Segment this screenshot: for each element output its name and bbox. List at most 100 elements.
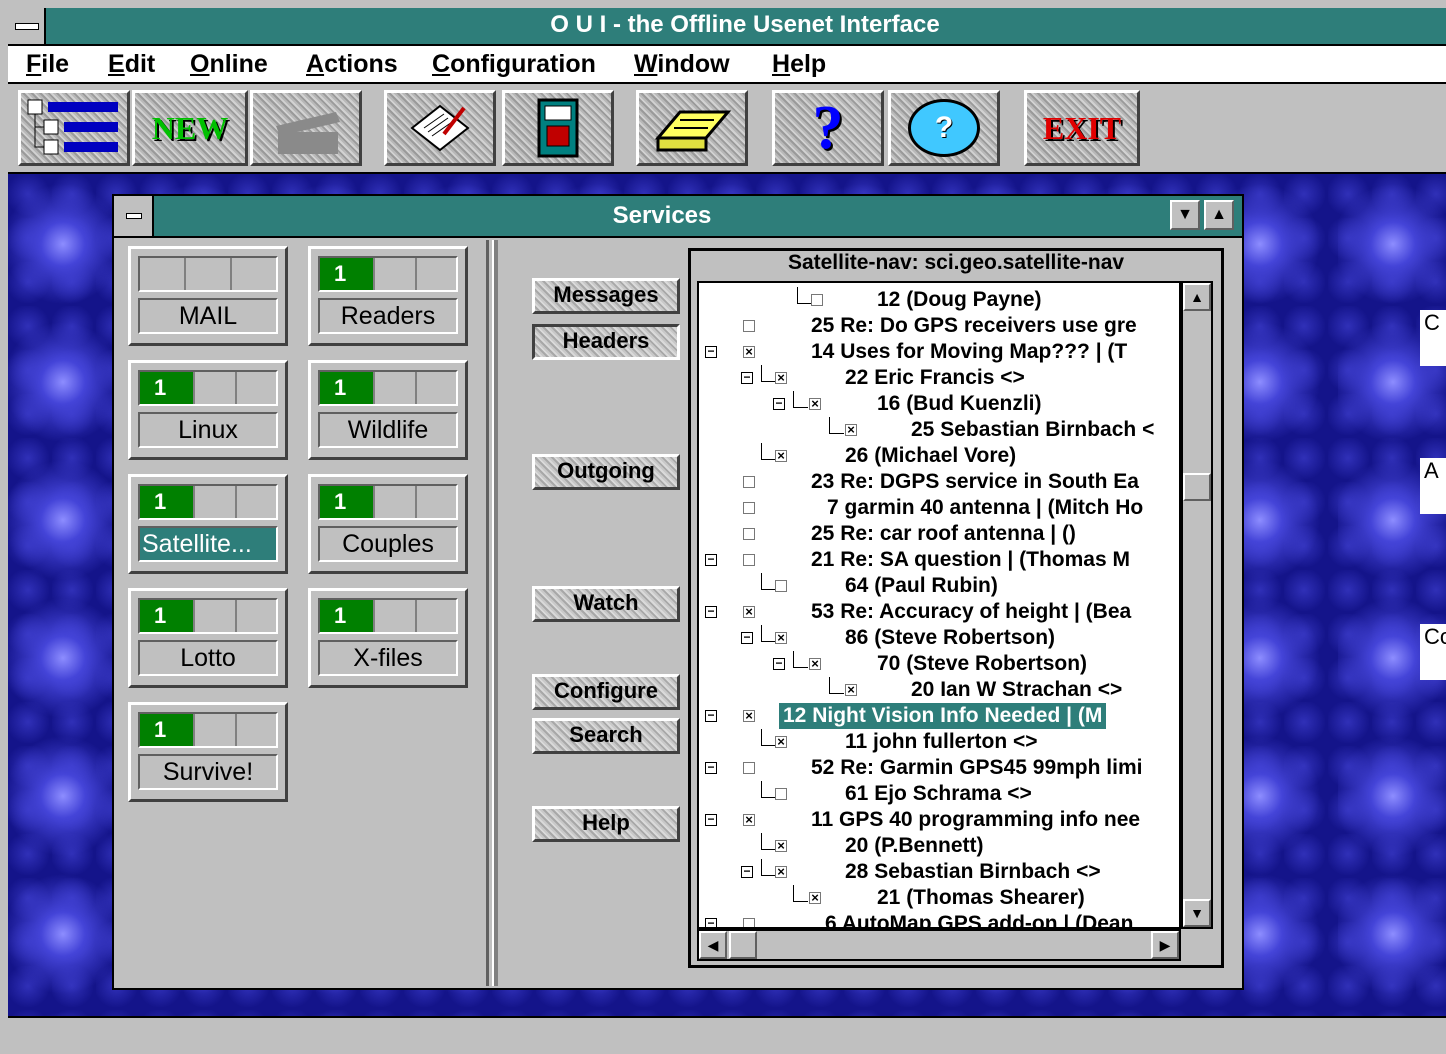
dial-button[interactable] (502, 90, 614, 166)
mark-checkbox[interactable]: × (775, 371, 787, 384)
thread-row[interactable]: − 21 Re: SA question | (Thomas M (699, 547, 1179, 573)
thread-row[interactable]: − × 70 (Steve Robertson) (699, 651, 1179, 677)
maximize-button[interactable]: ▲ (1204, 200, 1234, 230)
thread-row[interactable]: × 20 Ian W Strachan <> (699, 677, 1179, 703)
collapse-toggle-icon[interactable]: − (705, 761, 717, 774)
thread-row[interactable]: − × 22 Eric Francis <> (699, 365, 1179, 391)
tile-lotto[interactable]: 1 Lotto (128, 588, 288, 688)
exit-button[interactable]: EXIT (1024, 90, 1140, 166)
mark-checkbox[interactable]: × (809, 891, 821, 904)
vertical-scrollbar[interactable]: ▲ ▼ (1181, 281, 1213, 929)
thread-row[interactable]: − × 28 Sebastian Birnbach <> (699, 859, 1179, 885)
mark-checkbox[interactable] (743, 918, 755, 927)
post-button-disabled[interactable] (250, 90, 362, 166)
mark-checkbox[interactable]: × (743, 813, 755, 826)
mark-checkbox[interactable] (743, 476, 755, 488)
help-action-button[interactable]: Help (532, 806, 680, 842)
thread-row[interactable]: 7 garmin 40 antenna | (Mitch Ho (699, 495, 1179, 521)
thread-row[interactable]: × 25 Sebastian Birnbach < (699, 417, 1179, 443)
tile-couples[interactable]: 1 Couples (308, 474, 468, 574)
thread-row[interactable]: − 6 AutoMap GPS add-on | (Dean (699, 911, 1179, 927)
tile-readers[interactable]: 1 Readers (308, 246, 468, 346)
collapse-toggle-icon[interactable]: − (705, 709, 717, 722)
menu-file[interactable]: File (26, 50, 69, 79)
scroll-down-button[interactable]: ▼ (1183, 899, 1211, 927)
messages-button[interactable]: Messages (532, 278, 680, 314)
new-button[interactable]: NEW (132, 90, 248, 166)
mark-checkbox[interactable] (743, 528, 755, 540)
thread-row[interactable]: 25 Re: car roof antenna | () (699, 521, 1179, 547)
mark-checkbox[interactable] (743, 502, 755, 514)
menu-edit[interactable]: Edit (108, 50, 155, 79)
thread-row[interactable]: 12 (Doug Payne) (699, 287, 1179, 313)
mark-checkbox[interactable] (775, 580, 787, 592)
menu-window[interactable]: Window (634, 50, 730, 79)
configure-button[interactable]: Configure (532, 674, 680, 710)
thread-row[interactable]: × 21 (Thomas Shearer) (699, 885, 1179, 911)
mark-checkbox[interactable]: × (775, 735, 787, 748)
mark-checkbox[interactable] (775, 788, 787, 800)
about-button[interactable]: ? (888, 90, 1000, 166)
outgoing-button[interactable]: Outgoing (532, 454, 680, 490)
mark-checkbox[interactable]: × (809, 657, 821, 670)
tile-wildlife[interactable]: 1 Wildlife (308, 360, 468, 460)
mark-checkbox[interactable] (743, 554, 755, 566)
mark-checkbox[interactable]: × (809, 397, 821, 410)
mark-checkbox[interactable] (743, 762, 755, 774)
mark-checkbox[interactable]: × (845, 423, 857, 436)
minimize-button[interactable]: ▼ (1170, 200, 1200, 230)
services-system-menu-button[interactable] (114, 196, 154, 236)
mark-checkbox[interactable] (811, 294, 823, 306)
tile-x-files[interactable]: 1 X-files (308, 588, 468, 688)
mark-checkbox[interactable]: × (775, 449, 787, 462)
menu-online[interactable]: Online (190, 50, 268, 79)
mark-checkbox[interactable]: × (775, 865, 787, 878)
mark-checkbox[interactable]: × (775, 839, 787, 852)
scroll-up-button[interactable]: ▲ (1183, 283, 1211, 311)
thread-row[interactable]: × 20 (P.Bennett) (699, 833, 1179, 859)
collapse-toggle-icon[interactable]: − (705, 813, 717, 826)
collapse-toggle-icon[interactable]: − (705, 917, 717, 927)
help-button[interactable]: ? (772, 90, 884, 166)
collapse-toggle-icon[interactable]: − (741, 631, 753, 644)
scroll-right-button[interactable]: ▶ (1151, 931, 1179, 959)
collapse-toggle-icon[interactable]: − (705, 605, 717, 618)
collapse-toggle-icon[interactable]: − (741, 865, 753, 878)
search-button[interactable]: Search (532, 718, 680, 754)
compose-button[interactable] (384, 90, 496, 166)
mark-checkbox[interactable]: × (775, 631, 787, 644)
thread-row[interactable]: − × 11 GPS 40 programming info nee (699, 807, 1179, 833)
menu-configuration[interactable]: Configuration (432, 50, 596, 79)
thread-row[interactable]: − × 53 Re: Accuracy of height | (Bea (699, 599, 1179, 625)
horizontal-scrollbar[interactable]: ◀ ▶ (697, 929, 1181, 961)
mark-checkbox[interactable]: × (743, 709, 755, 722)
menu-actions[interactable]: Actions (306, 50, 398, 79)
headers-button[interactable]: Headers (532, 324, 680, 360)
thread-row[interactable]: × 26 (Michael Vore) (699, 443, 1179, 469)
mark-checkbox[interactable] (743, 320, 755, 332)
thread-row[interactable]: − × 86 (Steve Robertson) (699, 625, 1179, 651)
app-title-bar[interactable]: O U I - the Offline Usenet Interface (8, 8, 1446, 46)
thread-row[interactable]: × 11 john fullerton <> (699, 729, 1179, 755)
mark-checkbox[interactable]: × (743, 605, 755, 618)
mark-checkbox[interactable]: × (743, 345, 755, 358)
thread-row[interactable]: 23 Re: DGPS service in South Ea (699, 469, 1179, 495)
tile-satellite-selected[interactable]: 1 Satellite... (128, 474, 288, 574)
collapse-toggle-icon[interactable]: − (741, 371, 753, 384)
mark-checkbox[interactable]: × (845, 683, 857, 696)
horizontal-scroll-thumb[interactable] (729, 931, 757, 959)
collapse-toggle-icon[interactable]: − (705, 345, 717, 358)
services-title-bar[interactable]: Services ▼ ▲ (114, 196, 1242, 238)
services-list-button[interactable] (18, 90, 130, 166)
thread-row[interactable]: − 52 Re: Garmin GPS45 99mph limi (699, 755, 1179, 781)
collapse-toggle-icon[interactable]: − (705, 553, 717, 566)
scroll-left-button[interactable]: ◀ (699, 931, 727, 959)
thread-row[interactable]: 61 Ejo Schrama <> (699, 781, 1179, 807)
tile-linux[interactable]: 1 Linux (128, 360, 288, 460)
collapse-toggle-icon[interactable]: − (773, 657, 785, 670)
thread-row[interactable]: 64 (Paul Rubin) (699, 573, 1179, 599)
thread-row[interactable]: − × 14 Uses for Moving Map??? | (T (699, 339, 1179, 365)
system-menu-button[interactable] (8, 8, 46, 44)
tile-mail[interactable]: MAIL (128, 246, 288, 346)
collapse-toggle-icon[interactable]: − (773, 397, 785, 410)
